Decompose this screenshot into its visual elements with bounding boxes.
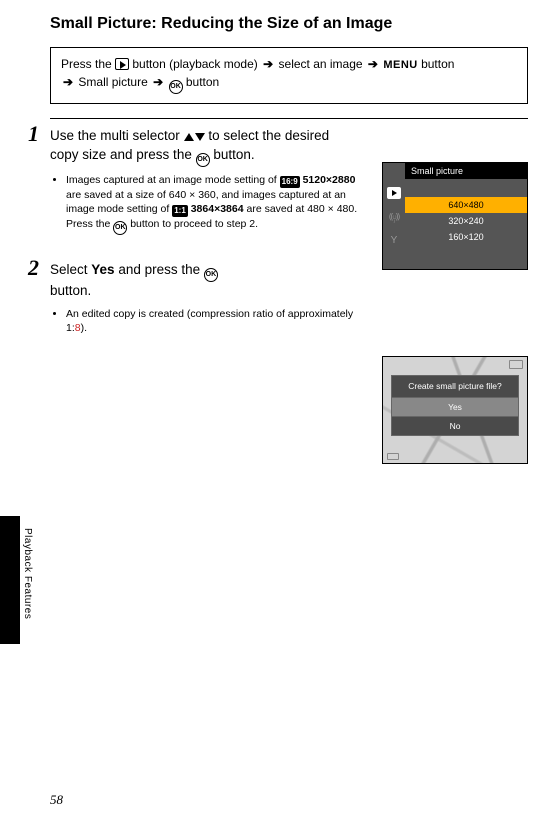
text: button bbox=[421, 57, 454, 71]
ok-button-icon: OK bbox=[204, 268, 218, 282]
step-heading: Select Yes and press the OK button. bbox=[50, 261, 358, 300]
dialog-title: Create small picture file? bbox=[392, 376, 518, 397]
step-notes: Images captured at an image mode setting… bbox=[50, 173, 358, 235]
menu-label: MENU bbox=[383, 59, 417, 71]
step-number: 1 bbox=[28, 121, 39, 147]
section-tab-label: Playback Features bbox=[22, 528, 33, 619]
size-option: 160×120 bbox=[405, 229, 527, 245]
lcd-menu-title: Small picture bbox=[405, 163, 527, 179]
arrow-icon: ➔ bbox=[61, 75, 75, 89]
up-arrow-icon bbox=[184, 133, 194, 141]
step-notes: An edited copy is created (compression r… bbox=[50, 307, 358, 335]
playback-tab-icon bbox=[387, 187, 401, 199]
lcd-screen-size-menu: ((ၦ)) Y Small picture 640×480 320×240 16… bbox=[382, 162, 528, 270]
text: select an image bbox=[279, 57, 366, 71]
down-arrow-icon bbox=[195, 133, 205, 141]
yes-word: Yes bbox=[91, 262, 114, 277]
aspect-16-9-icon: 16:9 bbox=[280, 176, 300, 188]
playback-icon bbox=[115, 58, 129, 70]
page-number: 58 bbox=[50, 792, 63, 808]
ok-button-icon: OK bbox=[113, 221, 127, 235]
text: Small picture bbox=[78, 75, 151, 89]
text: button. bbox=[213, 147, 254, 162]
lcd-sidebar: ((ၦ)) Y bbox=[383, 163, 405, 269]
confirm-dialog: Create small picture file? Yes No bbox=[391, 375, 519, 436]
setup-tab-icon: Y bbox=[391, 235, 398, 246]
size-option: 320×240 bbox=[405, 213, 527, 229]
lcd-corner-icon bbox=[387, 453, 399, 460]
section-tab-marker bbox=[0, 516, 20, 644]
manual-page: Small Picture: Reducing the Size of an I… bbox=[0, 0, 556, 822]
text: Images captured at an image mode setting… bbox=[66, 174, 280, 186]
ok-button-icon: OK bbox=[169, 80, 183, 94]
text: Use the multi selector bbox=[50, 128, 184, 143]
arrow-icon: ➔ bbox=[261, 57, 275, 71]
step-number: 2 bbox=[28, 255, 39, 281]
text: An edited copy is created (compression r… bbox=[66, 308, 353, 334]
page-title: Small Picture: Reducing the Size of an I… bbox=[50, 14, 528, 35]
size-option-selected: 640×480 bbox=[405, 197, 527, 213]
list-item: Images captured at an image mode setting… bbox=[66, 173, 358, 235]
text: and press the bbox=[118, 262, 204, 277]
resolution: 5120×2880 bbox=[303, 174, 356, 186]
ok-button-icon: OK bbox=[196, 153, 210, 167]
arrow-icon: ➔ bbox=[366, 57, 380, 71]
wireless-tab-icon: ((ၦ)) bbox=[389, 211, 399, 223]
text: button to proceed to step 2. bbox=[130, 218, 258, 230]
lcd-battery-icon bbox=[509, 360, 523, 369]
text: Press the bbox=[61, 57, 115, 71]
lcd-screen-confirm: Create small picture file? Yes No bbox=[382, 356, 528, 464]
aspect-1-1-icon: 1:1 bbox=[172, 205, 188, 217]
lcd-menu-body: 640×480 320×240 160×120 bbox=[405, 179, 527, 269]
lcd-main: Small picture 640×480 320×240 160×120 bbox=[405, 163, 527, 269]
dialog-no: No bbox=[392, 416, 518, 435]
divider bbox=[50, 118, 528, 119]
arrow-icon: ➔ bbox=[151, 75, 165, 89]
dialog-yes-selected: Yes bbox=[392, 397, 518, 416]
text: button bbox=[186, 75, 219, 89]
text: ). bbox=[81, 322, 87, 334]
navigation-path-box: Press the button (playback mode) ➔ selec… bbox=[50, 47, 528, 105]
list-item: An edited copy is created (compression r… bbox=[66, 307, 358, 335]
resolution: 3864×3864 bbox=[191, 203, 244, 215]
text: button (playback mode) bbox=[132, 57, 261, 71]
step-heading: Use the multi selector to select the des… bbox=[50, 127, 358, 166]
text: Select bbox=[50, 262, 91, 277]
text: button. bbox=[50, 283, 91, 298]
